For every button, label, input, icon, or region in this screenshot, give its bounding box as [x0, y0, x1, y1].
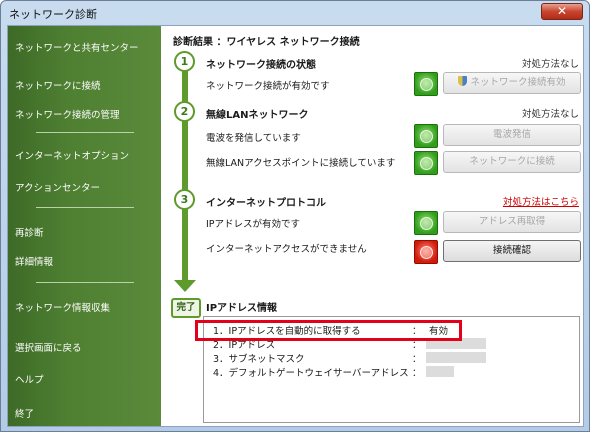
client-area: ネットワークと共有センター ネットワークに接続 ネットワーク接続の管理 インター…	[7, 25, 584, 427]
sidebar-item-details[interactable]: 詳細情報	[15, 254, 53, 268]
done-badge: 完了	[171, 298, 201, 318]
section-title-connection-status: ネットワーク接続の状態	[206, 60, 316, 71]
ok-status-icon	[414, 211, 438, 235]
ok-status-icon	[414, 124, 438, 148]
sidebar-divider	[36, 282, 134, 283]
sidebar-item-manage-connections[interactable]: ネットワーク接続の管理	[15, 107, 120, 121]
ip-info-title: IPアドレス情報	[206, 303, 278, 314]
sidebar-item-network-sharing-center[interactable]: ネットワークと共有センター	[15, 40, 139, 54]
sidebar-item-rediagnose[interactable]: 再診断	[15, 225, 44, 239]
window-title: ネットワーク診断	[9, 8, 97, 21]
reacquire-address-button[interactable]: アドレス再取得	[443, 211, 581, 233]
check-row-text: 無線LANアクセスポイントに接続しています	[206, 158, 396, 169]
sidebar-item-collect-info[interactable]: ネットワーク情報収集	[15, 300, 110, 314]
ip-row-separator: ：	[412, 354, 422, 365]
check-row-text: インターネットアクセスができません	[206, 244, 367, 255]
redacted-value	[426, 352, 486, 363]
check-row-text: 電波を発信しています	[206, 133, 301, 144]
radio-transmit-button[interactable]: 電波発信	[443, 124, 581, 146]
network-connection-enabled-button[interactable]: ネットワーク接続有効	[443, 72, 581, 94]
section-status: 対処方法なし	[521, 109, 579, 120]
progress-arrow-icon	[174, 280, 196, 292]
section-title-internet-protocol: インターネットプロトコル	[206, 198, 326, 209]
sidebar-item-connect-network[interactable]: ネットワークに接続	[15, 78, 101, 92]
ip-row-separator: ：	[412, 368, 422, 379]
connect-network-button[interactable]: ネットワークに接続	[443, 151, 581, 173]
step-2-number: 2	[174, 101, 195, 122]
network-diagnostics-window: ネットワーク診断 ✕ ネットワークと共有センター ネットワークに接続 ネットワー…	[0, 0, 590, 432]
highlight-box	[195, 320, 462, 341]
main-panel: 診断結果 ：ワイヤレス ネットワーク接続 1 2 3 完了 ネットワーク接続の状…	[161, 26, 583, 426]
progress-flow-line	[182, 64, 188, 282]
ip-row-label: 4．デフォルトゲートウェイサーバーアドレス	[213, 368, 409, 379]
ip-row-label: 3．サブネットマスク	[213, 354, 305, 365]
sidebar-item-back-to-selection[interactable]: 選択画面に戻る	[15, 340, 82, 354]
connection-check-button[interactable]: 接続確認	[443, 240, 581, 262]
sidebar-item-internet-options[interactable]: インターネットオプション	[15, 148, 129, 162]
sidebar-item-help[interactable]: ヘルプ	[15, 372, 44, 386]
sidebar-divider	[36, 207, 134, 208]
check-row-text: ネットワーク接続が有効です	[206, 81, 330, 92]
sidebar-item-exit[interactable]: 終了	[15, 406, 34, 420]
title-bar[interactable]: ネットワーク診断 ✕	[1, 1, 589, 23]
shield-icon	[458, 76, 468, 86]
step-1-number: 1	[174, 51, 195, 72]
solution-link[interactable]: 対処方法はこちら	[503, 194, 579, 208]
sidebar: ネットワークと共有センター ネットワークに接続 ネットワーク接続の管理 インター…	[8, 26, 161, 426]
check-row-text: IPアドレスが有効です	[206, 219, 301, 230]
close-button[interactable]: ✕	[541, 3, 583, 20]
ok-status-icon	[414, 72, 438, 96]
result-title: 診断結果 ：ワイヤレス ネットワーク接続	[173, 37, 360, 48]
sidebar-divider	[36, 132, 134, 133]
section-title-wireless-lan: 無線LANネットワーク	[206, 110, 309, 121]
sidebar-item-action-center[interactable]: アクションセンター	[15, 180, 100, 194]
step-3-number: 3	[174, 189, 195, 210]
redacted-value	[426, 366, 454, 377]
ok-status-icon	[414, 151, 438, 175]
error-status-icon	[414, 240, 438, 264]
section-status: 対処方法なし	[521, 59, 579, 70]
